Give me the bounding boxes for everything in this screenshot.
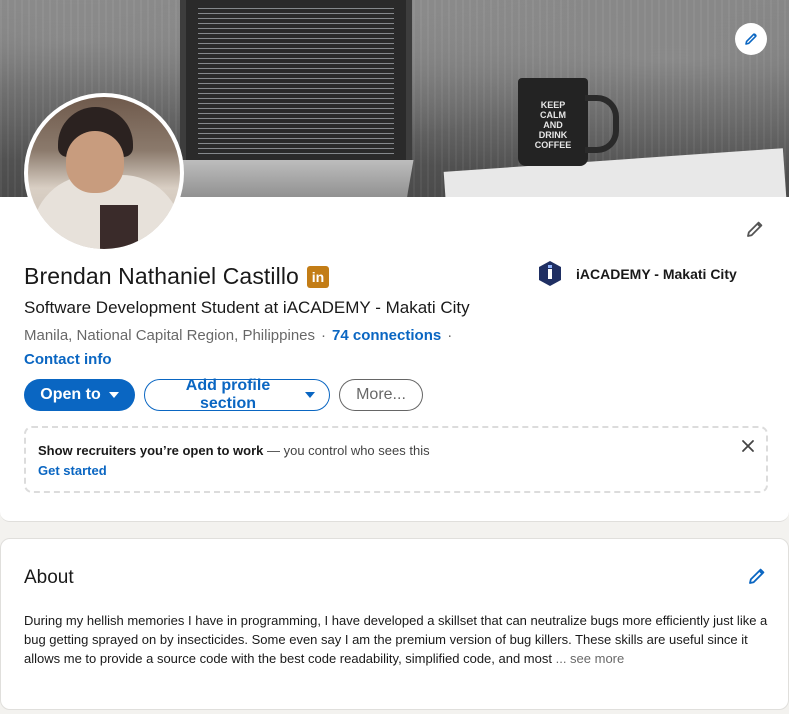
- photo-face: [66, 131, 124, 193]
- about-section: About During my hellish memories I have …: [0, 538, 789, 710]
- linkedin-badge-icon[interactable]: in: [306, 265, 329, 288]
- mug-line: KEEP: [540, 100, 566, 110]
- caret-down-icon: [305, 392, 315, 398]
- company-name: iACADEMY - Makati City: [576, 266, 737, 282]
- open-to-work-title: Show recruiters you’re open to work: [38, 443, 264, 458]
- profile-name: Brendan Nathaniel Castillo: [24, 263, 299, 289]
- dismiss-button[interactable]: [738, 436, 758, 456]
- company-link[interactable]: iACADEMY - Makati City: [537, 261, 737, 287]
- profile-card: KEEP CALM AND DRINK COFFEE Brendan Natha…: [0, 0, 789, 522]
- separator-dot: ·: [447, 327, 453, 344]
- about-title: About: [24, 567, 74, 588]
- get-started-link[interactable]: Get started: [38, 463, 107, 478]
- caret-down-icon: [108, 392, 119, 398]
- cover-laptop: [180, 0, 412, 172]
- open-to-work-prompt: Show recruiters you’re open to work — yo…: [24, 426, 768, 493]
- pencil-icon: [747, 221, 763, 237]
- edit-cover-button[interactable]: [735, 23, 767, 55]
- mug-line: COFFEE: [534, 140, 572, 150]
- open-to-button[interactable]: Open to: [24, 379, 135, 411]
- mug-line: DRINK: [538, 130, 568, 140]
- photo-print: [100, 205, 138, 249]
- iacademy-logo-icon: [537, 261, 563, 287]
- about-body: During my hellish memories I have in pro…: [24, 613, 768, 666]
- more-label: More...: [356, 386, 406, 403]
- connections-link[interactable]: 74 connections: [332, 327, 441, 344]
- separator-dot: ·: [321, 327, 326, 344]
- profile-photo-image: [28, 97, 180, 249]
- location-row: Manila, National Capital Region, Philipp…: [24, 327, 458, 344]
- add-profile-section-button[interactable]: Add profile section: [144, 377, 330, 412]
- contact-info-link[interactable]: Contact info: [24, 351, 112, 368]
- about-text: During my hellish memories I have in pro…: [24, 611, 769, 668]
- cover-keyboard: [146, 160, 414, 197]
- open-to-label: Open to: [40, 386, 101, 403]
- pencil-icon: [745, 33, 757, 45]
- cover-mug-handle: [585, 95, 619, 153]
- open-to-work-subtitle: — you control who sees this: [263, 443, 430, 458]
- mug-line: CALM: [540, 110, 566, 120]
- profile-location: Manila, National Capital Region, Philipp…: [24, 327, 315, 344]
- open-to-work-text: Show recruiters you’re open to work — yo…: [38, 443, 430, 458]
- close-icon: [742, 440, 754, 452]
- add-section-label: Add profile section: [185, 377, 271, 412]
- pencil-icon: [749, 568, 765, 584]
- mug-line: AND: [543, 120, 563, 130]
- cover-mug: KEEP CALM AND DRINK COFFEE: [518, 78, 588, 166]
- profile-photo[interactable]: [24, 93, 184, 253]
- cover-code-screen: [198, 8, 394, 154]
- profile-headline: Software Development Student at iACADEMY…: [24, 298, 470, 317]
- see-more-link[interactable]: ... see more: [556, 651, 625, 666]
- edit-intro-button[interactable]: [740, 214, 770, 244]
- name-row: Brendan Nathaniel Castillo in: [24, 263, 329, 290]
- more-button[interactable]: More...: [339, 379, 423, 411]
- edit-about-button[interactable]: [742, 561, 772, 591]
- profile-actions: Open to Add profile section More...: [24, 377, 423, 412]
